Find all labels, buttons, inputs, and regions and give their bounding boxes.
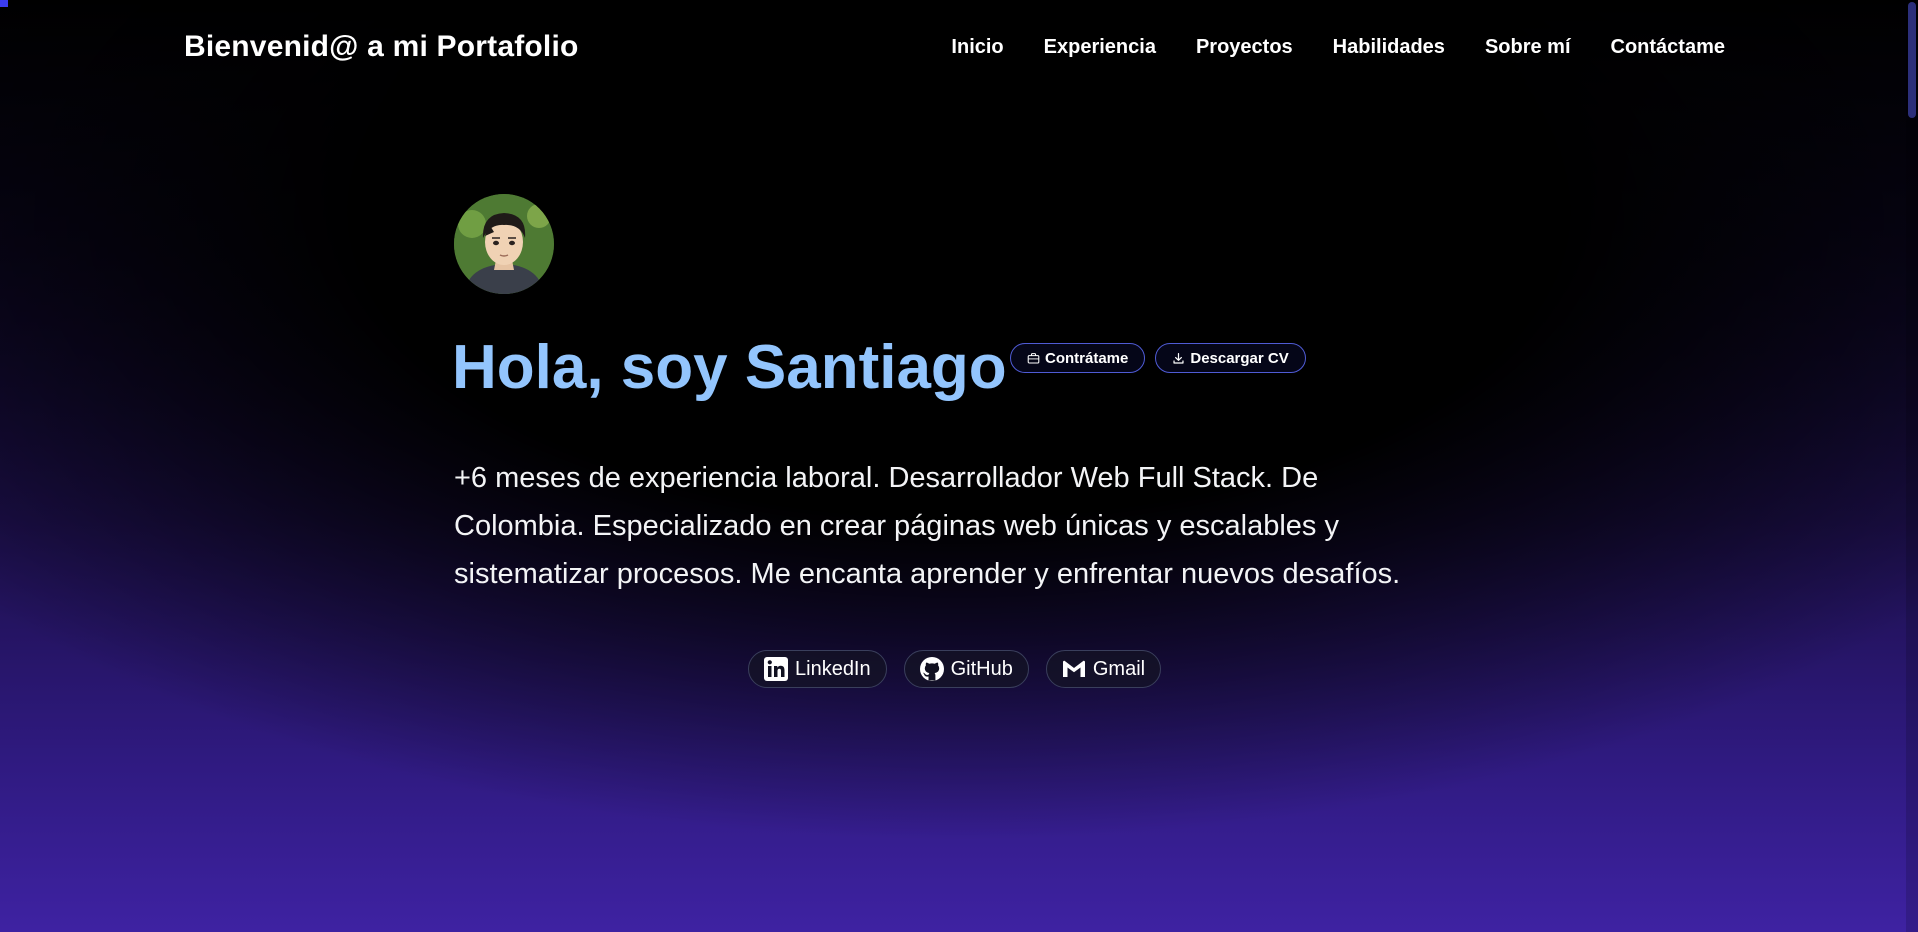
linkedin-label: LinkedIn: [795, 657, 871, 680]
site-title: Bienvenid@ a mi Portafolio: [184, 30, 579, 63]
nav-link-proyectos[interactable]: Proyectos: [1196, 36, 1293, 59]
download-cv-button[interactable]: Descargar CV: [1155, 343, 1306, 373]
gmail-label: Gmail: [1092, 657, 1146, 680]
hire-button-label: Contrátame: [1045, 349, 1129, 367]
nav-link-experiencia[interactable]: Experiencia: [1044, 36, 1156, 59]
briefcase-icon: [1027, 352, 1040, 363]
hero-actions: Contrátame Descargar CV: [1010, 343, 1306, 373]
hire-button[interactable]: Contrátame: [1010, 343, 1146, 373]
bio-text: +6 meses de experiencia laboral. Desarro…: [454, 462, 1401, 590]
main-nav: Inicio Experiencia Proyectos Habilidades…: [951, 36, 1725, 59]
scrollbar[interactable]: [1906, 0, 1918, 932]
avatar: [454, 194, 554, 294]
nav-link-sobre-mi[interactable]: Sobre mí: [1485, 36, 1571, 59]
nav-link-inicio[interactable]: Inicio: [951, 36, 1003, 59]
github-link[interactable]: GitHub: [903, 650, 1029, 688]
hero-title: Hola, soy Santiago: [452, 333, 1007, 402]
github-icon: [919, 656, 945, 682]
page: Bienvenid@ a mi Portafolio Inicio Experi…: [0, 0, 1918, 932]
nav-link-habilidades[interactable]: Habilidades: [1333, 36, 1445, 59]
corner-mark: [0, 0, 8, 7]
github-label: GitHub: [950, 657, 1013, 680]
download-icon: [1173, 352, 1184, 364]
avatar-portrait-icon: [454, 194, 554, 294]
gmail-icon: [1061, 656, 1087, 682]
linkedin-link[interactable]: LinkedIn: [748, 650, 887, 688]
nav-link-contactame[interactable]: Contáctame: [1611, 36, 1725, 59]
scrollbar-thumb[interactable]: [1908, 2, 1916, 118]
download-cv-label: Descargar CV: [1190, 349, 1289, 367]
social-links: LinkedIn GitHub Gmail: [748, 650, 1162, 688]
linkedin-icon: [763, 656, 789, 682]
gmail-link[interactable]: Gmail: [1045, 650, 1162, 688]
